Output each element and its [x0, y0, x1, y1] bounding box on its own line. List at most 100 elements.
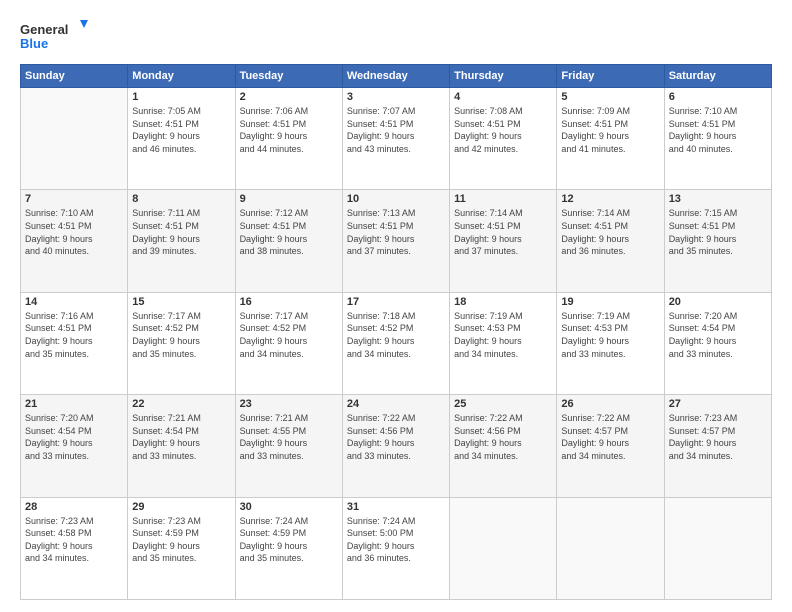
day-number: 5	[561, 91, 659, 103]
day-info: Sunrise: 7:13 AM Sunset: 4:51 PM Dayligh…	[347, 207, 445, 257]
calendar-cell: 14Sunrise: 7:16 AM Sunset: 4:51 PM Dayli…	[21, 292, 128, 394]
day-number: 20	[669, 296, 767, 308]
day-header-tuesday: Tuesday	[235, 65, 342, 88]
logo-svg: General Blue	[20, 18, 90, 56]
day-info: Sunrise: 7:06 AM Sunset: 4:51 PM Dayligh…	[240, 105, 338, 155]
svg-text:Blue: Blue	[20, 36, 48, 51]
calendar-cell	[557, 497, 664, 599]
calendar-cell: 26 Sunrise: 7:22 AM Sunset: 4:57 PM Dayli…	[557, 395, 664, 497]
day-info: Sunrise: 7:24 AM Sunset: 4:59 PM Dayligh…	[240, 515, 338, 565]
day-number: 3	[347, 91, 445, 103]
week-row-1: 7Sunrise: 7:10 AM Sunset: 4:51 PM Daylig…	[21, 190, 772, 292]
day-info: Sunrise: 7:23 AM Sunset: 4:57 PM Dayligh…	[669, 412, 767, 462]
day-info: Sunrise: 7:12 AM Sunset: 4:51 PM Dayligh…	[240, 207, 338, 257]
day-info: Sunrise: 7:24 AM Sunset: 5:00 PM Dayligh…	[347, 515, 445, 565]
day-header-wednesday: Wednesday	[342, 65, 449, 88]
day-header-friday: Friday	[557, 65, 664, 88]
calendar-cell: 4Sunrise: 7:08 AM Sunset: 4:51 PM Daylig…	[450, 88, 557, 190]
day-number: 17	[347, 296, 445, 308]
day-number: 4	[454, 91, 552, 103]
day-info: Sunrise: 7:10 AM Sunset: 4:51 PM Dayligh…	[25, 207, 123, 257]
day-info: Sunrise: 7:22 AM Sunset: 4:56 PM Dayligh…	[454, 412, 552, 462]
day-number: 1	[132, 91, 230, 103]
day-number: 25	[454, 398, 552, 410]
week-row-2: 14Sunrise: 7:16 AM Sunset: 4:51 PM Dayli…	[21, 292, 772, 394]
calendar-cell: 20 Sunrise: 7:20 AM Sunset: 4:54 PM Dayli…	[664, 292, 771, 394]
day-info: Sunrise: 7:20 AM Sunset: 4:54 PM Dayligh…	[25, 412, 123, 462]
day-info: Sunrise: 7:17 AM Sunset: 4:52 PM Dayligh…	[240, 310, 338, 360]
calendar-cell: 23Sunrise: 7:21 AM Sunset: 4:55 PM Dayli…	[235, 395, 342, 497]
calendar-cell: 16 Sunrise: 7:17 AM Sunset: 4:52 PM Dayli…	[235, 292, 342, 394]
day-info: Sunrise: 7:23 AM Sunset: 4:58 PM Dayligh…	[25, 515, 123, 565]
day-number: 26	[561, 398, 659, 410]
day-number: 21	[25, 398, 123, 410]
calendar-cell: 6Sunrise: 7:10 AM Sunset: 4:51 PM Daylig…	[664, 88, 771, 190]
week-row-4: 28 Sunrise: 7:23 AM Sunset: 4:58 PM Dayli…	[21, 497, 772, 599]
calendar-cell: 27 Sunrise: 7:23 AM Sunset: 4:57 PM Dayli…	[664, 395, 771, 497]
day-number: 31	[347, 501, 445, 513]
week-row-3: 21 Sunrise: 7:20 AM Sunset: 4:54 PM Dayli…	[21, 395, 772, 497]
day-number: 16	[240, 296, 338, 308]
calendar-cell: 28 Sunrise: 7:23 AM Sunset: 4:58 PM Dayli…	[21, 497, 128, 599]
day-info: Sunrise: 7:14 AM Sunset: 4:51 PM Dayligh…	[561, 207, 659, 257]
calendar-cell: 8Sunrise: 7:11 AM Sunset: 4:51 PM Daylig…	[128, 190, 235, 292]
day-number: 23	[240, 398, 338, 410]
calendar-cell: 31 Sunrise: 7:24 AM Sunset: 5:00 PM Dayli…	[342, 497, 449, 599]
calendar-cell: 13 Sunrise: 7:15 AM Sunset: 4:51 PM Dayli…	[664, 190, 771, 292]
day-info: Sunrise: 7:22 AM Sunset: 4:56 PM Dayligh…	[347, 412, 445, 462]
header: General Blue	[20, 18, 772, 56]
calendar-cell: 11 Sunrise: 7:14 AM Sunset: 4:51 PM Dayli…	[450, 190, 557, 292]
day-number: 14	[25, 296, 123, 308]
calendar-cell: 2Sunrise: 7:06 AM Sunset: 4:51 PM Daylig…	[235, 88, 342, 190]
day-number: 24	[347, 398, 445, 410]
calendar-cell: 18 Sunrise: 7:19 AM Sunset: 4:53 PM Dayli…	[450, 292, 557, 394]
day-number: 19	[561, 296, 659, 308]
calendar-cell: 7Sunrise: 7:10 AM Sunset: 4:51 PM Daylig…	[21, 190, 128, 292]
day-info: Sunrise: 7:14 AM Sunset: 4:51 PM Dayligh…	[454, 207, 552, 257]
calendar-cell	[664, 497, 771, 599]
day-info: Sunrise: 7:05 AM Sunset: 4:51 PM Dayligh…	[132, 105, 230, 155]
day-number: 10	[347, 193, 445, 205]
day-number: 27	[669, 398, 767, 410]
day-number: 22	[132, 398, 230, 410]
day-header-monday: Monday	[128, 65, 235, 88]
calendar-cell: 30 Sunrise: 7:24 AM Sunset: 4:59 PM Dayli…	[235, 497, 342, 599]
calendar-cell	[450, 497, 557, 599]
calendar-cell: 22 Sunrise: 7:21 AM Sunset: 4:54 PM Dayli…	[128, 395, 235, 497]
day-info: Sunrise: 7:19 AM Sunset: 4:53 PM Dayligh…	[454, 310, 552, 360]
day-info: Sunrise: 7:17 AM Sunset: 4:52 PM Dayligh…	[132, 310, 230, 360]
day-info: Sunrise: 7:11 AM Sunset: 4:51 PM Dayligh…	[132, 207, 230, 257]
day-number: 11	[454, 193, 552, 205]
calendar-cell: 24 Sunrise: 7:22 AM Sunset: 4:56 PM Dayli…	[342, 395, 449, 497]
day-number: 30	[240, 501, 338, 513]
calendar-cell: 17Sunrise: 7:18 AM Sunset: 4:52 PM Dayli…	[342, 292, 449, 394]
day-info: Sunrise: 7:20 AM Sunset: 4:54 PM Dayligh…	[669, 310, 767, 360]
day-info: Sunrise: 7:22 AM Sunset: 4:57 PM Dayligh…	[561, 412, 659, 462]
day-info: Sunrise: 7:21 AM Sunset: 4:54 PM Dayligh…	[132, 412, 230, 462]
svg-text:General: General	[20, 22, 68, 37]
calendar-cell: 29Sunrise: 7:23 AM Sunset: 4:59 PM Dayli…	[128, 497, 235, 599]
day-info: Sunrise: 7:15 AM Sunset: 4:51 PM Dayligh…	[669, 207, 767, 257]
day-header-saturday: Saturday	[664, 65, 771, 88]
day-number: 28	[25, 501, 123, 513]
day-number: 18	[454, 296, 552, 308]
day-header-sunday: Sunday	[21, 65, 128, 88]
calendar-cell: 19 Sunrise: 7:19 AM Sunset: 4:53 PM Dayli…	[557, 292, 664, 394]
day-info: Sunrise: 7:07 AM Sunset: 4:51 PM Dayligh…	[347, 105, 445, 155]
calendar-header-row: SundayMondayTuesdayWednesdayThursdayFrid…	[21, 65, 772, 88]
day-number: 6	[669, 91, 767, 103]
day-info: Sunrise: 7:23 AM Sunset: 4:59 PM Dayligh…	[132, 515, 230, 565]
calendar-table: SundayMondayTuesdayWednesdayThursdayFrid…	[20, 64, 772, 600]
calendar-cell: 10 Sunrise: 7:13 AM Sunset: 4:51 PM Dayli…	[342, 190, 449, 292]
logo: General Blue	[20, 18, 90, 56]
calendar-cell: 12 Sunrise: 7:14 AM Sunset: 4:51 PM Dayli…	[557, 190, 664, 292]
week-row-0: 1 Sunrise: 7:05 AM Sunset: 4:51 PM Daylig…	[21, 88, 772, 190]
day-number: 13	[669, 193, 767, 205]
day-number: 9	[240, 193, 338, 205]
calendar-cell: 9 Sunrise: 7:12 AM Sunset: 4:51 PM Daylig…	[235, 190, 342, 292]
day-number: 12	[561, 193, 659, 205]
calendar-cell: 1 Sunrise: 7:05 AM Sunset: 4:51 PM Daylig…	[128, 88, 235, 190]
calendar-cell: 15Sunrise: 7:17 AM Sunset: 4:52 PM Dayli…	[128, 292, 235, 394]
day-info: Sunrise: 7:19 AM Sunset: 4:53 PM Dayligh…	[561, 310, 659, 360]
day-header-thursday: Thursday	[450, 65, 557, 88]
